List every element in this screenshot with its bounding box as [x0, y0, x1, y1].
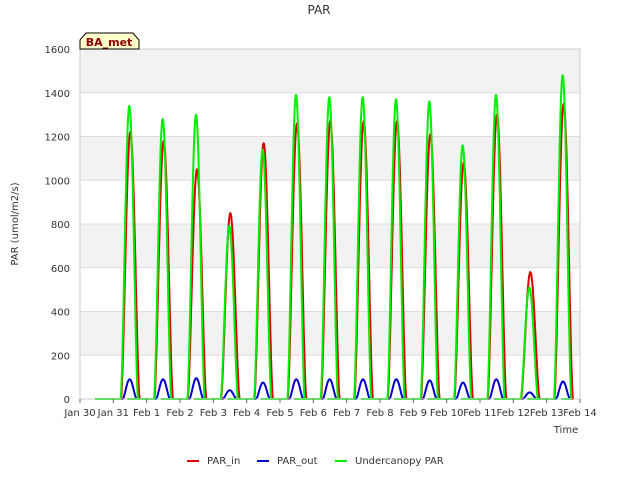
- x-tick-label: Jan 31: [97, 408, 129, 419]
- y-tick-label: 1600: [45, 45, 70, 56]
- x-tick-label: Jan 30: [63, 408, 95, 419]
- x-tick-label: Feb 3: [200, 408, 227, 419]
- y-axis-label: PAR (umol/m2/s): [10, 182, 21, 265]
- y-tick-label: 1400: [45, 89, 70, 100]
- x-tick-label: Feb 11: [463, 408, 497, 419]
- legend: PAR_in PAR_out Undercanopy PAR: [187, 456, 444, 467]
- legend-label-undercanopy-par: Undercanopy PAR: [355, 456, 444, 467]
- x-tick-label: Feb 13: [530, 408, 564, 419]
- chart-title: PAR: [307, 3, 330, 17]
- x-tick-label: Feb 2: [166, 408, 193, 419]
- x-tick-label: Feb 7: [333, 408, 360, 419]
- x-tick-label: Feb 14: [563, 408, 597, 419]
- x-tick-label: Feb 9: [400, 408, 427, 419]
- y-tick-label: 1200: [45, 133, 70, 144]
- x-tick-label: Feb 4: [233, 408, 260, 419]
- x-axis-ticks: Jan 30 Jan 31 Feb 1 Feb 2 Feb 3 Feb 4 Feb 5 Feb…: [63, 399, 597, 419]
- grid-band: [80, 136, 580, 181]
- par-chart: PAR 0 200 400 600 800 1000 1200 1400 1600 Jan 30…: [10, 3, 597, 467]
- y-tick-label: 200: [51, 351, 70, 362]
- legend-label-par-in: PAR_in: [207, 456, 240, 467]
- y-tick-label: 1000: [45, 176, 70, 187]
- x-tick-label: Feb 10: [430, 408, 464, 419]
- x-tick-label: Feb 6: [300, 408, 327, 419]
- y-tick-label: 400: [51, 308, 70, 319]
- y-tick-label: 0: [64, 395, 70, 406]
- y-axis-ticks: 0 200 400 600 800 1000 1200 1400 1600: [45, 45, 70, 406]
- legend-label-par-out: PAR_out: [277, 456, 318, 467]
- x-tick-label: Feb 1: [133, 408, 160, 419]
- grid-band: [80, 49, 580, 93]
- x-tick-label: Feb 12: [497, 408, 531, 419]
- y-tick-label: 600: [51, 264, 70, 275]
- site-badge: BA_met: [79, 32, 140, 50]
- grid-band: [80, 224, 580, 268]
- x-tick-label: Feb 5: [266, 408, 293, 419]
- x-axis-label: Time: [553, 425, 578, 436]
- y-tick-label: 800: [51, 220, 70, 231]
- site-badge-label: BA_met: [86, 36, 133, 49]
- x-tick-label: Feb 8: [366, 408, 393, 419]
